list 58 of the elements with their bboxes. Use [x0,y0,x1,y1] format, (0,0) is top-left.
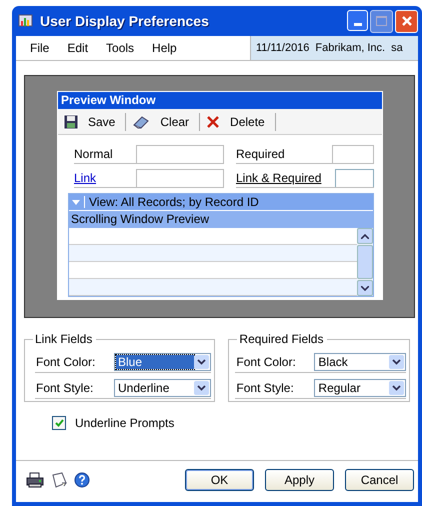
group-title: Link Fields [33,333,96,346]
normal-label: Normal [74,146,114,163]
checkbox[interactable] [52,416,66,430]
group-title: Required Fields [237,333,328,346]
menu-item[interactable]: Edit [67,41,88,55]
maximize-button[interactable] [370,10,393,32]
dropdown-field[interactable]: Black [314,353,406,371]
menu-item[interactable]: Tools [106,41,134,55]
field-label: Font Color: [35,355,96,369]
scroll-up-button[interactable] [357,228,373,244]
note-icon[interactable] [50,472,68,488]
close-icon [400,15,412,27]
link-required-label: Link & Required [236,170,322,187]
menu-item[interactable]: File [30,41,50,55]
dialog-button[interactable]: Apply [265,468,334,490]
text-field[interactable] [332,145,374,163]
help-icon[interactable] [74,472,90,488]
text-field[interactable] [136,169,224,187]
maximize-icon [376,16,387,26]
menu-item[interactable]: Help [152,41,177,55]
clear-button[interactable]: Clear [126,112,200,130]
delete-x-icon [206,114,220,128]
dropdown-field[interactable]: Regular [314,379,406,397]
window-title: User Display Preferences [40,13,209,29]
dropdown-field[interactable]: Underline [114,379,212,397]
field-label: Font Style: [235,381,295,395]
text-field[interactable] [136,145,224,163]
dialog-button[interactable]: OK [185,468,254,490]
minimize-icon [354,22,362,26]
scrollbar[interactable] [357,228,373,296]
app-icon [18,13,34,29]
required-label: Required [236,146,286,163]
eraser-icon [132,114,150,128]
view-label: View: All Records; by Record ID [89,195,259,209]
date-text: 11/11/2016 [256,42,310,54]
chevron-down-icon [392,359,401,365]
printer-icon[interactable] [26,472,44,488]
minimize-button[interactable] [347,10,368,30]
link-label: Link [74,170,98,187]
chevron-down-icon [392,385,401,391]
scroll-thumb[interactable] [357,245,373,279]
delete-button[interactable]: Delete [200,112,276,130]
chevron-down-icon [197,359,206,365]
text-field[interactable] [335,169,374,187]
scroll-down-button[interactable] [357,280,373,296]
grid-title: Scrolling Window Preview [69,210,373,228]
company-text: Fabrikam, Inc. [315,42,386,54]
field-label: Font Color: [235,355,297,369]
dialog-button[interactable]: Cancel [345,468,414,490]
dropdown-field[interactable]: Blue [114,353,212,371]
checkbox-label: Underline Prompts [75,416,174,430]
save-button[interactable]: Save [58,112,126,130]
preview-window-title: Preview Window [58,92,382,109]
close-button[interactable] [395,10,418,32]
field-label: Font Style: [35,381,94,395]
user-text: sa [391,42,403,54]
chevron-down-icon [197,385,206,391]
checkmark-icon [54,419,64,427]
